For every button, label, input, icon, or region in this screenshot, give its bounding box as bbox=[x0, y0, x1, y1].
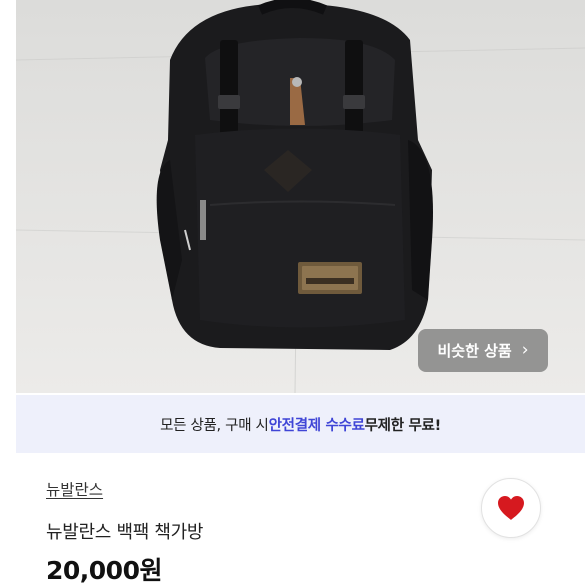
similar-products-label: 비슷한 상품 bbox=[437, 342, 512, 360]
product-photo[interactable]: 비슷한 상품 › bbox=[0, 0, 585, 393]
banner-highlight: 안전결제 수수료 bbox=[268, 417, 365, 434]
like-button[interactable] bbox=[481, 478, 541, 538]
brand-link[interactable]: 뉴발란스 bbox=[46, 478, 103, 500]
banner-bold: 무제한 무료! bbox=[364, 417, 442, 434]
safe-payment-banner[interactable]: 모든 상품, 구매 시 안전결제 수수료 무제한 무료! bbox=[16, 395, 585, 453]
banner-text-1: 모든 상품, 구매 시 bbox=[160, 417, 269, 434]
product-price: 20,000원 bbox=[46, 556, 162, 585]
chevron-right-icon: › bbox=[521, 340, 529, 360]
product-title: 뉴발란스 백팩 책가방 bbox=[46, 522, 204, 543]
similar-products-button[interactable]: 비슷한 상품 › bbox=[418, 329, 548, 372]
heart-icon bbox=[498, 496, 524, 520]
